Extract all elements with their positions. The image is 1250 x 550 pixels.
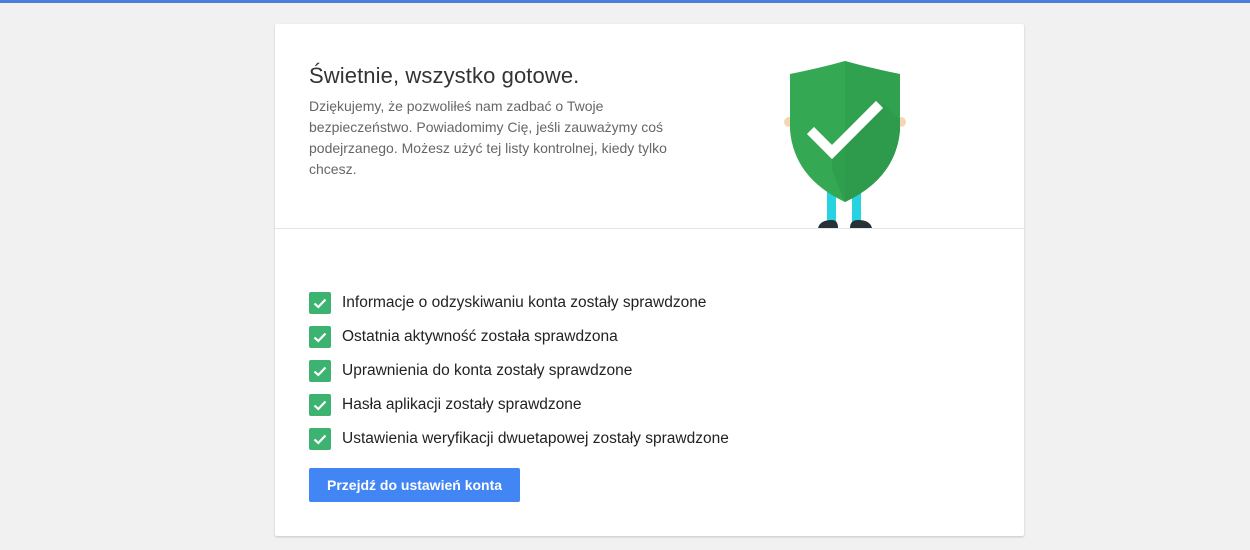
checklist-item: Hasła aplikacji zostały sprawdzone (309, 388, 729, 422)
checklist-item: Informacje o odzyskiwaniu konta zostały … (309, 286, 729, 320)
checklist-item: Ostatnia aktywność została sprawdzona (309, 320, 729, 354)
checklist-item-label: Uprawnienia do konta zostały sprawdzone (342, 362, 633, 379)
checkmark-icon (309, 326, 331, 348)
checklist-item: Ustawienia weryfikacji dwuetapowej zosta… (309, 422, 729, 456)
checklist-item: Uprawnienia do konta zostały sprawdzone (309, 354, 729, 388)
go-to-account-settings-button[interactable]: Przejdź do ustawień konta (309, 468, 521, 502)
checklist-item-label: Ostatnia aktywność została sprawdzona (342, 328, 618, 345)
page-title: Świetnie, wszystko gotowe. (309, 63, 580, 88)
security-checkup-card: Świetnie, wszystko gotowe. Dziękujemy, ż… (275, 24, 1024, 536)
checklist-item-label: Ustawienia weryfikacji dwuetapowej zosta… (342, 430, 729, 447)
checkmark-icon (309, 360, 331, 382)
security-shield-check-icon (784, 61, 906, 228)
checkmark-icon (309, 394, 331, 416)
checklist-item-label: Hasła aplikacji zostały sprawdzone (342, 396, 582, 413)
checklist: Informacje o odzyskiwaniu konta zostały … (309, 286, 729, 456)
checkmark-icon (309, 428, 331, 450)
page-description: Dziękujemy, że pozwoliłeś nam zadbać o T… (309, 98, 667, 177)
top-accent-bar (0, 0, 1250, 3)
checkmark-icon (309, 292, 331, 314)
checklist-item-label: Informacje o odzyskiwaniu konta zostały … (342, 294, 707, 311)
card-header: Świetnie, wszystko gotowe. Dziękujemy, ż… (275, 24, 1024, 229)
